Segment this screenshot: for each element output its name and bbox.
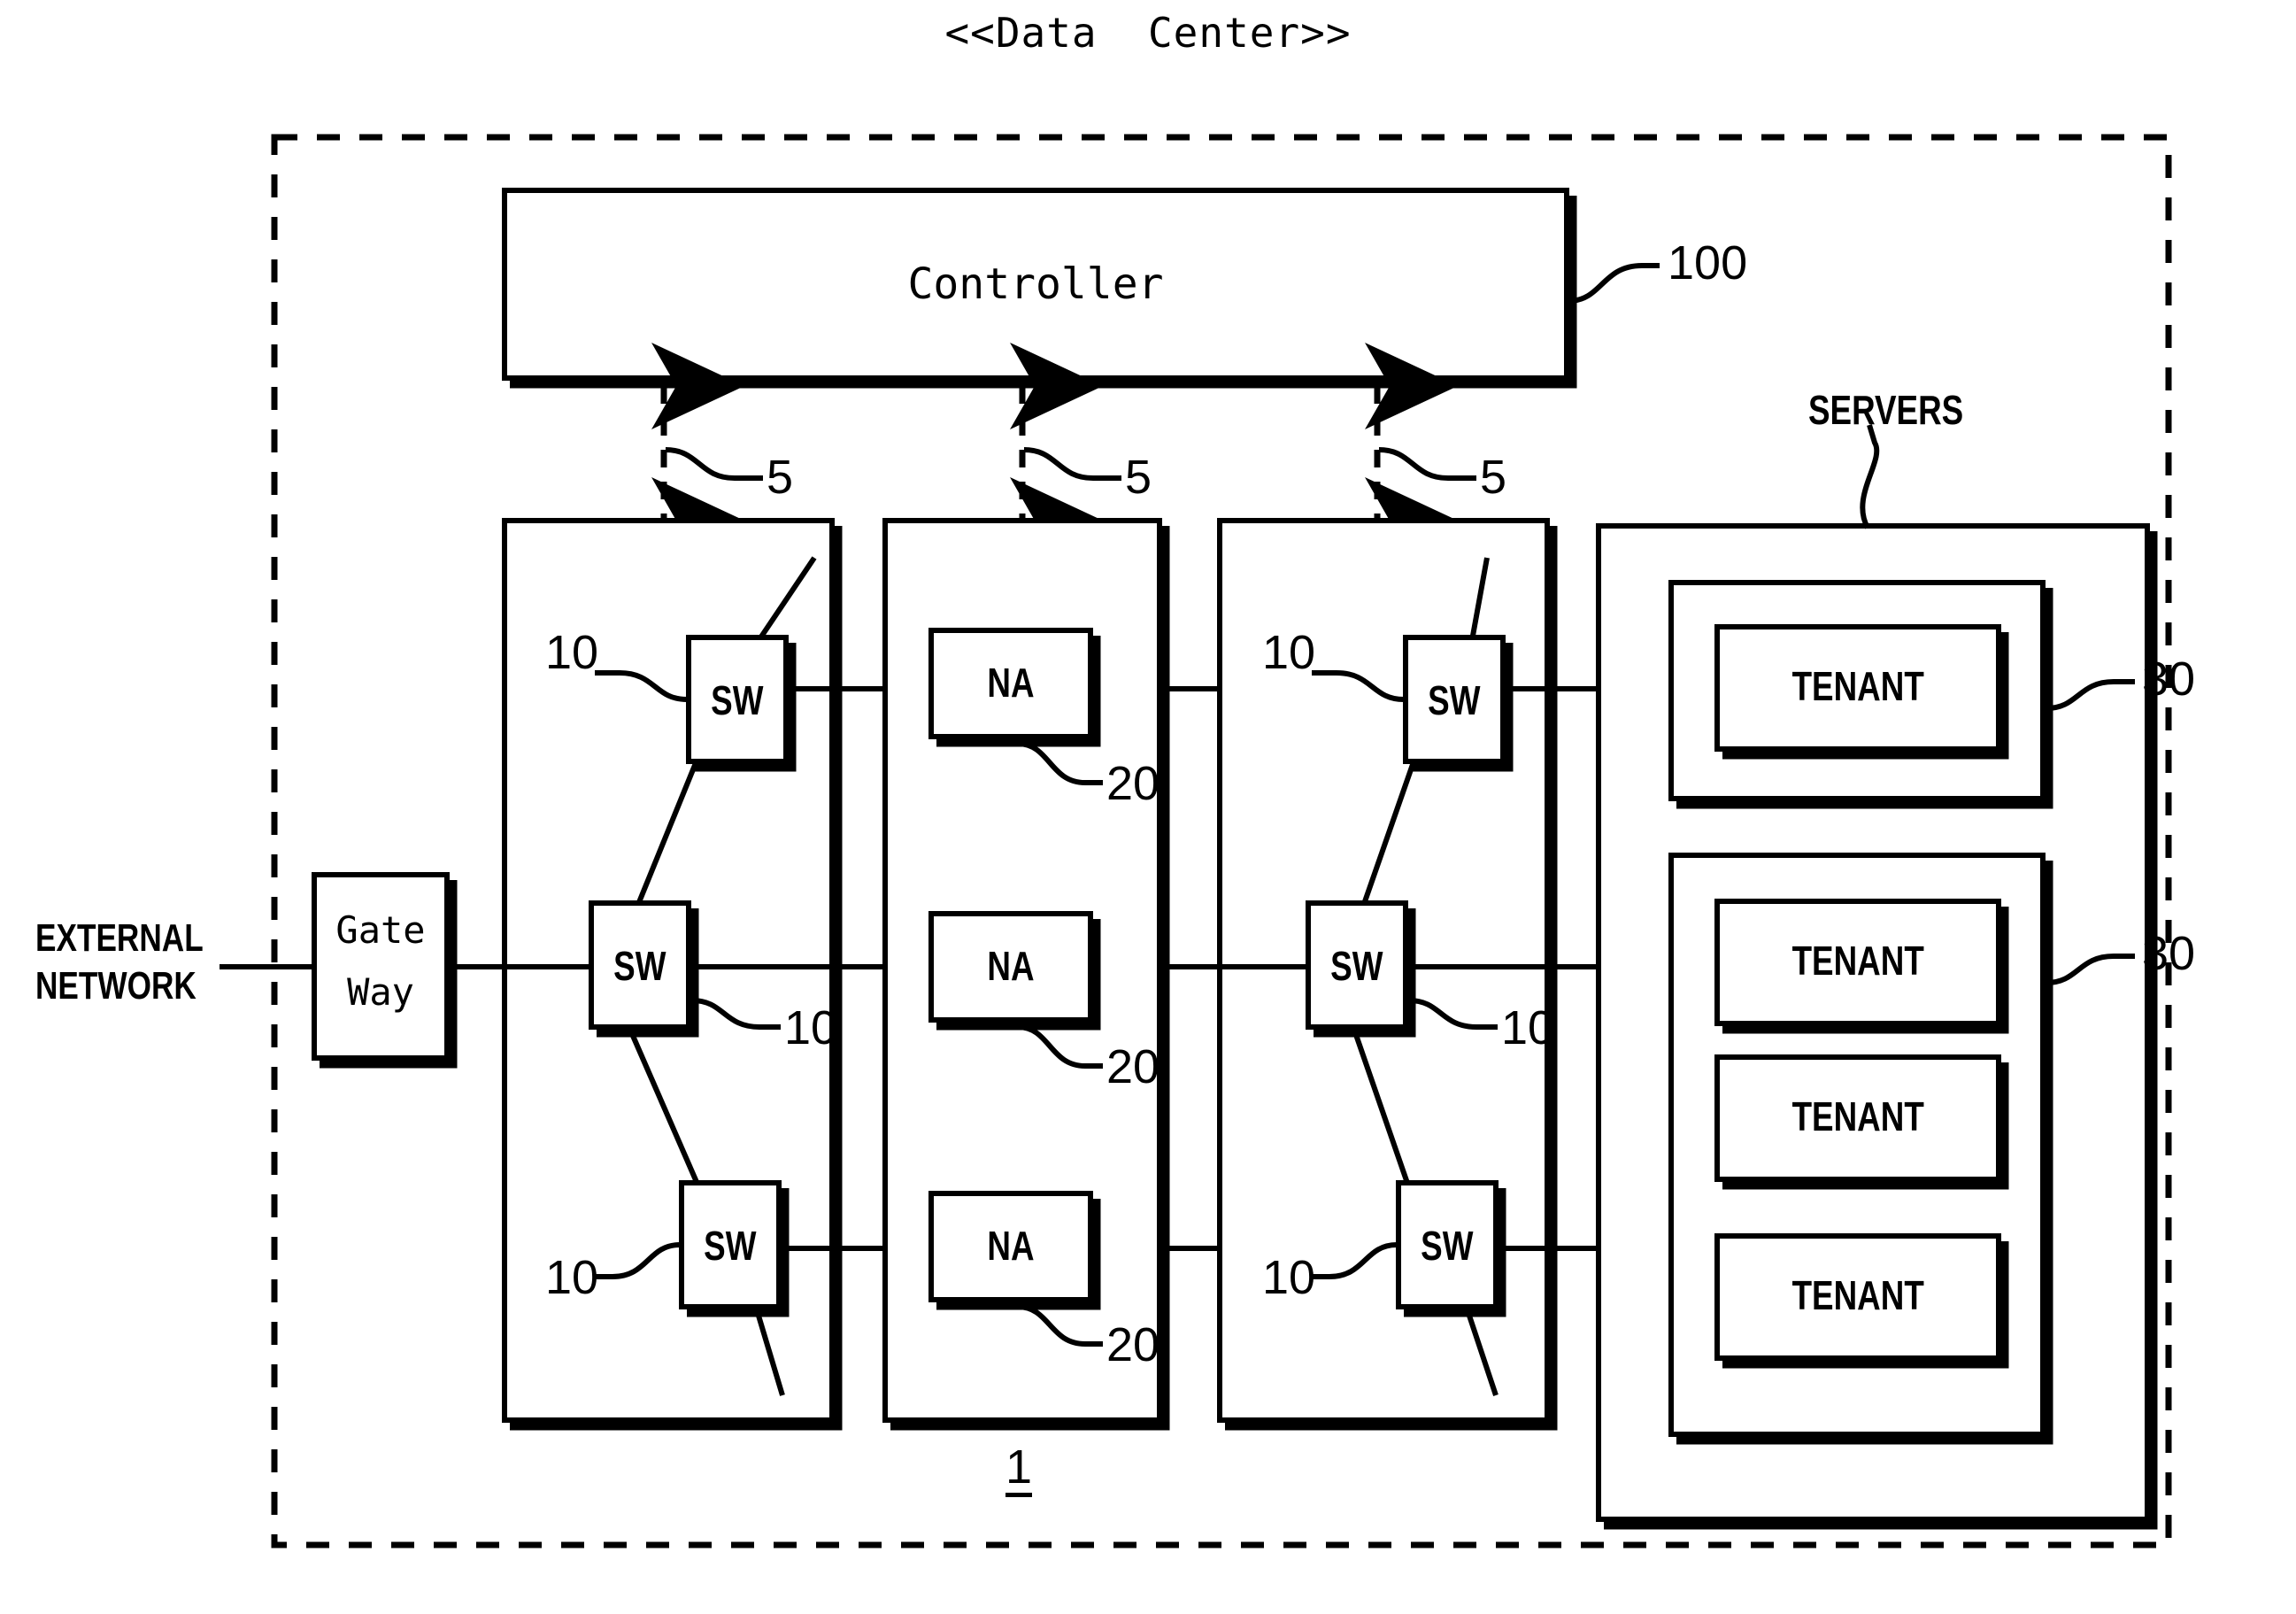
switch-node-1-2-label: SW [613,943,666,989]
controller-ref-label: 100 [1668,236,1748,290]
switch-node-2-2-ref: 10 [1501,1001,1555,1054]
control-link-1-leader [665,447,763,481]
external-network-label-line1: EXTERNAL [35,916,204,960]
switch-node-1-1-label: SW [711,677,764,723]
tenant-label-2-2: TENANT [1791,1093,1924,1139]
controller-label: Controller [907,259,1164,309]
tenant-group-2-ref: 30 [2142,927,2196,980]
switch-node-1-1-ref: 10 [545,626,599,679]
tenant-label-2-3: TENANT [1791,1272,1924,1318]
switch-node-1-3-label: SW [704,1223,757,1269]
control-link-2-ref: 5 [1125,451,1152,504]
control-link-3-ref: 5 [1480,451,1507,504]
switch-node-2-2-label: SW [1330,943,1383,989]
gateway-label-line1: Gate [335,908,426,952]
servers-label: SERVERS [1808,387,1964,433]
control-link-2-leader [1023,447,1121,481]
gateway-box [312,872,458,1069]
appliance-node-1-label: NA [987,660,1035,706]
control-link-1-ref: 5 [767,451,794,504]
switch-node-2-1-label: SW [1428,677,1481,723]
control-link-3-leader [1378,447,1476,481]
switch-node-2-3-ref: 10 [1262,1251,1316,1304]
gateway-label-line2: Way [347,970,414,1014]
switch-node-1-2-ref: 10 [784,1001,838,1054]
appliance-node-3-label: NA [987,1223,1035,1269]
switch-node-1-3-ref: 10 [545,1251,599,1304]
appliance-node-2-label: NA [987,943,1035,989]
external-network-label-line2: NETWORK [35,964,196,1008]
appliance-node-1-ref: 20 [1106,757,1160,810]
servers-label-leader [1860,424,1880,529]
appliance-node-3-ref: 20 [1106,1318,1160,1371]
tenant-label-1-1: TENANT [1791,663,1924,709]
diagram-canvas: <<Data Center>> Controller 100 5 5 5 EXT… [0,0,2296,1614]
switch-node-2-1-ref: 10 [1262,626,1316,679]
tenant-label-2-1: TENANT [1791,938,1924,984]
appliance-node-2-ref: 20 [1106,1040,1160,1093]
tenant-group-1-ref: 30 [2142,653,2196,706]
page-title: <<Data Center>> [944,9,1352,57]
switch-node-2-3-label: SW [1421,1223,1474,1269]
system-ref-label: 1 [1005,1443,1033,1497]
controller-ref-leader [1568,263,1660,304]
